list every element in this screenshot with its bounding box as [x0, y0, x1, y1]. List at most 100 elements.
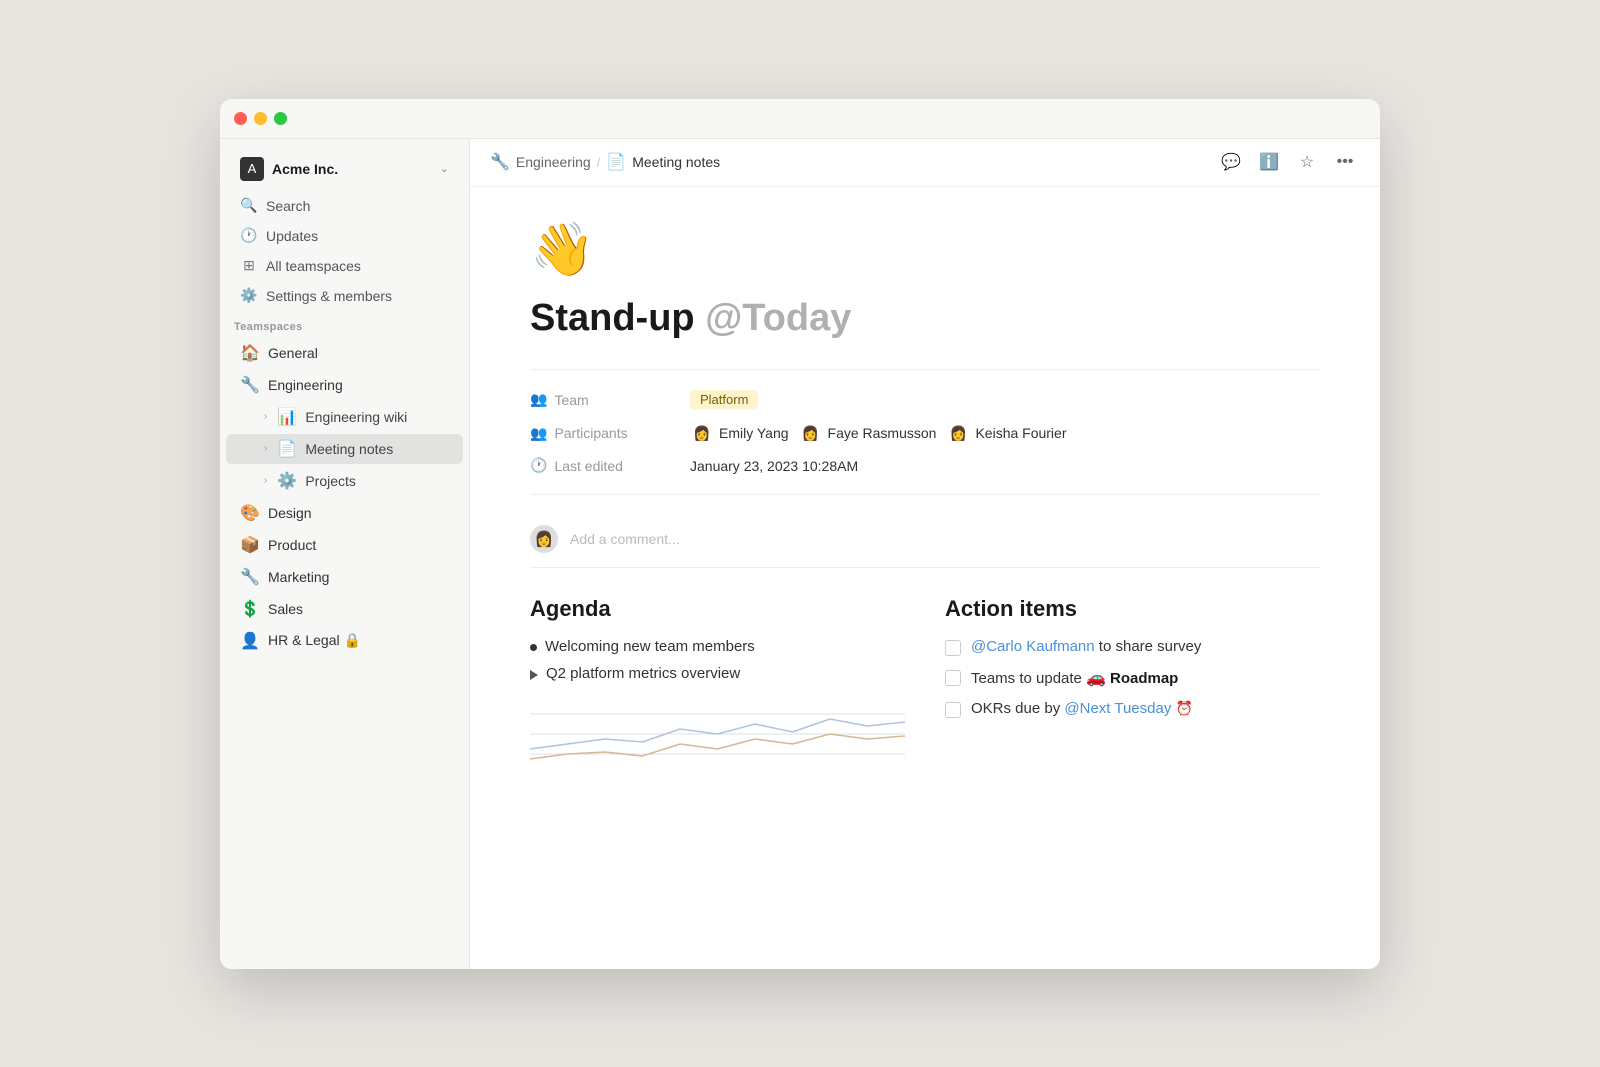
main-content: 🔧 Engineering / 📄 Meeting notes 💬 ℹ️ ☆ [470, 139, 1380, 969]
meeting-notes-label: Meeting notes [305, 441, 393, 457]
info-icon: ℹ️ [1259, 152, 1279, 172]
comment-button[interactable]: 💬 [1216, 147, 1246, 177]
titlebar [220, 99, 1380, 139]
sales-label: Sales [268, 601, 303, 617]
action-items-column: Action items @Carlo Kaufmann to share su… [945, 596, 1320, 774]
engineering-wiki-label: Engineering wiki [305, 409, 407, 425]
sidebar-item-updates[interactable]: 🕐 Updates [226, 222, 463, 250]
page-emoji: 👋 [530, 219, 1320, 280]
comment-icon: 💬 [1221, 152, 1241, 172]
sidebar-item-hr-legal[interactable]: 👤 HR & Legal 🔒 [226, 626, 463, 656]
next-tuesday-mention[interactable]: @Next Tuesday [1064, 700, 1171, 717]
settings-label: Settings & members [266, 288, 392, 304]
alarm-icon: ⏰ [1176, 700, 1193, 716]
app-window: A Acme Inc. ⌄ 🔍 Search 🕐 Updates ⊞ All t… [220, 99, 1380, 969]
comment-input[interactable]: Add a comment... [570, 531, 680, 547]
comment-user-avatar: 👩 [530, 525, 558, 553]
home-icon: 🏠 [240, 343, 260, 363]
participants-property-row: 👥 Participants 👩 Emily Yang 👩 Faye Rasmu… [530, 415, 1320, 451]
traffic-lights [234, 112, 287, 125]
settings-icon: ⚙️ [277, 471, 297, 491]
maximize-button[interactable] [274, 112, 287, 125]
sidebar: A Acme Inc. ⌄ 🔍 Search 🕐 Updates ⊞ All t… [220, 139, 470, 969]
more-button[interactable]: ••• [1330, 147, 1360, 177]
sidebar-item-general[interactable]: 🏠 General [226, 338, 463, 368]
breadcrumb-current-label: Meeting notes [632, 154, 720, 170]
star-icon: ☆ [1300, 152, 1314, 172]
product-label: Product [268, 537, 316, 553]
two-column-content: Agenda Welcoming new team members Q2 pla… [530, 596, 1320, 774]
action-item-1: @Carlo Kaufmann to share survey [945, 638, 1320, 656]
team-property-label: 👥 Team [530, 391, 690, 408]
gear-icon: ⚙️ [240, 287, 258, 305]
checkbox-3[interactable] [945, 702, 961, 718]
chevron-right-icon-2: › [264, 475, 267, 486]
engineering-label: Engineering [268, 377, 343, 393]
sidebar-item-design[interactable]: 🎨 Design [226, 498, 463, 528]
participant-1[interactable]: 👩 Emily Yang [690, 421, 789, 445]
page-content: 👋 Stand-up @Today 👥 Team Platform [470, 187, 1380, 969]
participant-2[interactable]: 👩 Faye Rasmusson [799, 421, 937, 445]
box-icon: 📦 [240, 535, 260, 555]
workspace-icon: A [240, 157, 264, 181]
workspace-chevron-icon: ⌄ [440, 162, 449, 175]
participant-3[interactable]: 👩 Keisha Fourier [946, 421, 1066, 445]
car-icon: 🚗 [1086, 668, 1106, 688]
topbar: 🔧 Engineering / 📄 Meeting notes 💬 ℹ️ ☆ [470, 139, 1380, 187]
platform-badge: Platform [690, 390, 758, 409]
chart-area [530, 694, 905, 774]
team-property-value[interactable]: Platform [690, 390, 758, 409]
sidebar-item-settings[interactable]: ⚙️ Settings & members [226, 282, 463, 310]
breadcrumb-separator: / [597, 155, 601, 170]
workspace-selector[interactable]: A Acme Inc. ⌄ [226, 151, 463, 187]
agenda-item-2-text: Q2 platform metrics overview [546, 665, 740, 682]
sidebar-item-meeting-notes[interactable]: › 📄 Meeting notes [226, 434, 463, 464]
last-edited-icon: 🕐 [530, 457, 547, 474]
triangle-icon [530, 670, 538, 680]
sidebar-item-search[interactable]: 🔍 Search [226, 192, 463, 220]
agenda-list: Welcoming new team members Q2 platform m… [530, 638, 905, 682]
chart-svg [530, 694, 905, 774]
action-item-2-text: Teams to update 🚗 Roadmap [971, 668, 1178, 688]
table-icon: 📊 [277, 407, 297, 427]
sidebar-item-engineering-wiki[interactable]: › 📊 Engineering wiki [226, 402, 463, 432]
projects-label: Projects [305, 473, 356, 489]
sidebar-item-engineering[interactable]: 🔧 Engineering [226, 370, 463, 400]
close-button[interactable] [234, 112, 247, 125]
action-item-3-prefix: OKRs due by [971, 700, 1064, 717]
info-button[interactable]: ℹ️ [1254, 147, 1284, 177]
agenda-item-1-text: Welcoming new team members [545, 638, 755, 655]
action-items-title: Action items [945, 596, 1320, 622]
participants-icon: 👥 [530, 425, 547, 442]
action-items-list: @Carlo Kaufmann to share survey Teams to… [945, 638, 1320, 718]
minimize-button[interactable] [254, 112, 267, 125]
star-button[interactable]: ☆ [1292, 147, 1322, 177]
roadmap-badge[interactable]: 🚗 Roadmap [1086, 668, 1178, 688]
properties-section: 👥 Team Platform 👥 Participants [530, 369, 1320, 495]
team-icon: 👥 [530, 391, 547, 408]
action-item-1-text: @Carlo Kaufmann to share survey [971, 638, 1201, 655]
all-teamspaces-label: All teamspaces [266, 258, 361, 274]
last-edited-property-value: January 23, 2023 10:28AM [690, 458, 858, 474]
participant-2-name: Faye Rasmusson [828, 425, 937, 441]
general-label: General [268, 345, 318, 361]
agenda-item-1: Welcoming new team members [530, 638, 905, 655]
search-label: Search [266, 198, 310, 214]
chevron-down-icon: › [264, 443, 267, 454]
checkbox-2[interactable] [945, 670, 961, 686]
sidebar-item-product[interactable]: 📦 Product [226, 530, 463, 560]
participant-2-avatar: 👩 [799, 421, 823, 445]
last-edited-label-text: Last edited [554, 458, 623, 474]
action-item-2-prefix: Teams to update [971, 670, 1086, 687]
sidebar-item-marketing[interactable]: 🔧 Marketing [226, 562, 463, 592]
last-edited-property-row: 🕐 Last edited January 23, 2023 10:28AM [530, 451, 1320, 480]
checkbox-1[interactable] [945, 640, 961, 656]
carlo-mention[interactable]: @Carlo Kaufmann [971, 638, 1095, 655]
sidebar-item-projects[interactable]: › ⚙️ Projects [226, 466, 463, 496]
sidebar-item-all-teamspaces[interactable]: ⊞ All teamspaces [226, 252, 463, 280]
sidebar-item-sales[interactable]: 💲 Sales [226, 594, 463, 624]
workspace-name: Acme Inc. [272, 161, 432, 177]
action-item-1-suffix: to share survey [1099, 638, 1202, 655]
participants-label-text: Participants [554, 425, 627, 441]
grid-icon: ⊞ [240, 257, 258, 275]
